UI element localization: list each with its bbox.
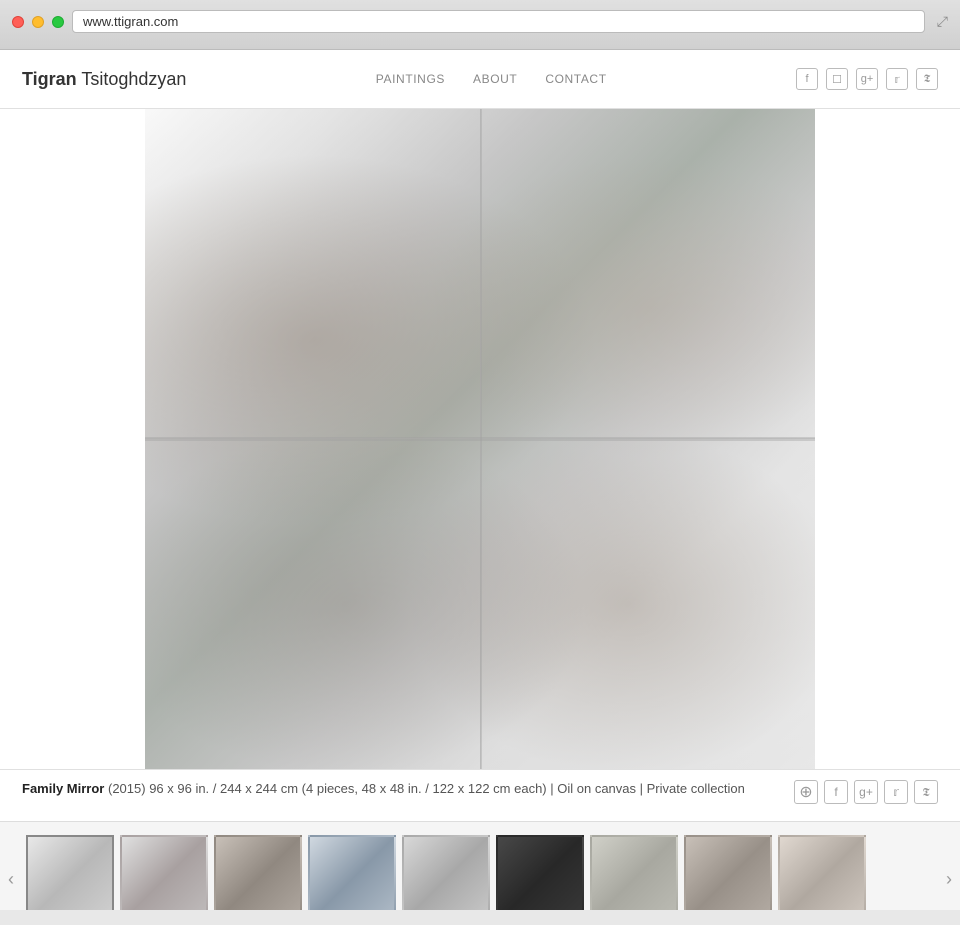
expand-icon[interactable]: ⤢ [937,13,948,30]
minimize-button[interactable] [32,16,44,28]
thumbnail-img-8 [686,837,770,910]
thumbnail-7[interactable] [590,835,678,910]
twitter-icon[interactable]: 𝕣 [886,68,908,90]
pinterest-icon[interactable]: 𝕿 [916,68,938,90]
maximize-button[interactable] [52,16,64,28]
thumbnail-img-7 [592,837,676,910]
caption-bar: Family Mirror (2015) 96 x 96 in. / 244 x… [0,769,960,821]
share-pinterest-icon[interactable]: 𝕿 [914,780,938,804]
thumbnail-5[interactable] [402,835,490,910]
thumbnail-img-2 [122,837,206,910]
thumbnail-2[interactable] [120,835,208,910]
facebook-icon[interactable]: f [796,68,818,90]
nav-contact[interactable]: CONTACT [545,72,606,86]
artwork-year: (2015) [108,781,146,796]
thumbnails [22,835,938,910]
website: Tigran Tsitoghdzyan PAINTINGS ABOUT CONT… [0,50,960,910]
address-bar[interactable]: www.ttigran.com [72,10,925,33]
site-nav: PAINTINGS ABOUT CONTACT [376,72,607,86]
artwork-divider-horizontal [145,439,815,441]
share-twitter-icon[interactable]: 𝕣 [884,780,908,804]
next-button[interactable]: › [938,830,960,910]
logo-last-name: Tsitoghdzyan [77,69,187,89]
instagram-icon[interactable]: ☐ [826,68,848,90]
site-logo: Tigran Tsitoghdzyan [22,69,186,90]
close-button[interactable] [12,16,24,28]
artwork-container [0,109,960,769]
nav-about[interactable]: ABOUT [473,72,517,86]
artwork-image [145,109,815,769]
caption-icons: ⊕ f g+ 𝕣 𝕿 [794,780,938,804]
site-header: Tigran Tsitoghdzyan PAINTINGS ABOUT CONT… [0,50,960,109]
artwork-title: Family Mirror [22,781,104,796]
thumbnail-img-9 [780,837,864,910]
thumbnail-img-3 [216,837,300,910]
logo-first-name: Tigran [22,69,77,89]
thumbnail-8[interactable] [684,835,772,910]
artwork-caption: Family Mirror (2015) 96 x 96 in. / 244 x… [22,780,745,798]
thumbnail-img-6 [498,837,582,910]
social-icons: f ☐ g+ 𝕣 𝕿 [796,68,938,90]
thumbnail-img-1 [28,837,112,910]
thumbnail-6[interactable] [496,835,584,910]
thumbnail-img-4 [310,837,394,910]
nav-paintings[interactable]: PAINTINGS [376,72,445,86]
thumbnail-img-5 [404,837,488,910]
thumbnail-3[interactable] [214,835,302,910]
thumbnail-1[interactable] [26,835,114,910]
share-googleplus-icon[interactable]: g+ [854,780,878,804]
browser-controls: www.ttigran.com ⤢ [12,10,948,33]
googleplus-icon[interactable]: g+ [856,68,878,90]
zoom-icon[interactable]: ⊕ [794,780,818,804]
thumbnail-4[interactable] [308,835,396,910]
browser-chrome: www.ttigran.com ⤢ [0,0,960,50]
thumbnail-9[interactable] [778,835,866,910]
prev-button[interactable]: ‹ [0,830,22,910]
thumbnail-strip: ‹ [0,821,960,910]
artwork-details: 96 x 96 in. / 244 x 244 cm (4 pieces, 48… [149,781,745,796]
share-facebook-icon[interactable]: f [824,780,848,804]
